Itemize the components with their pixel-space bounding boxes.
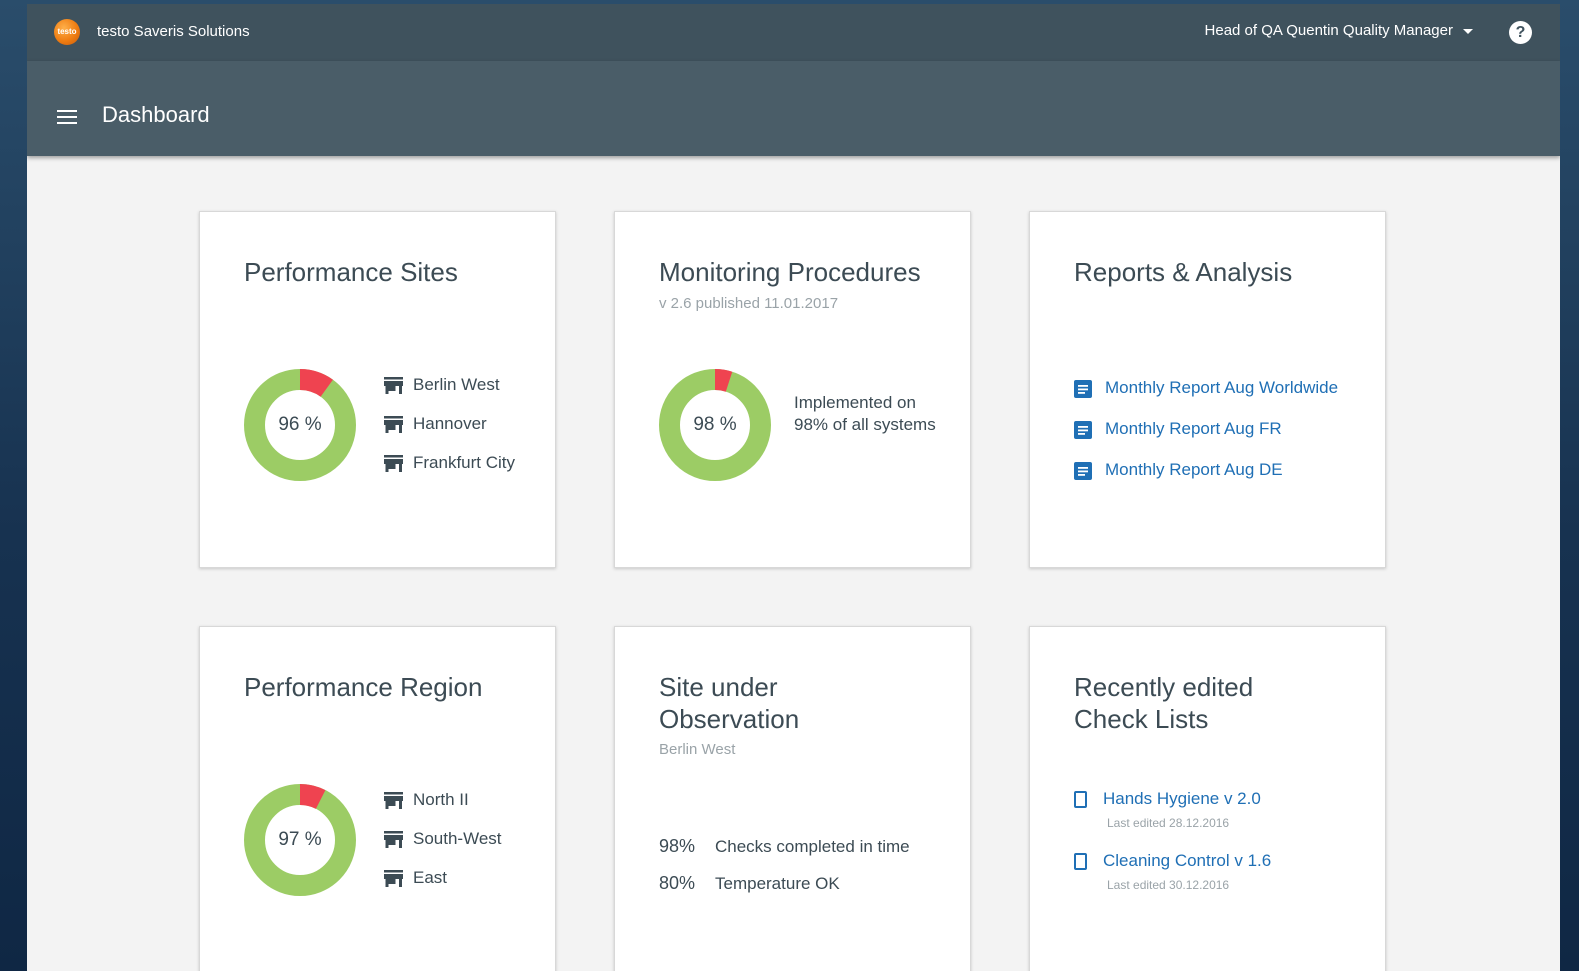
stat-row-temperature: 80% Temperature OK	[659, 873, 840, 894]
store-icon	[384, 831, 403, 848]
caret-down-icon	[1463, 28, 1473, 34]
store-icon	[384, 455, 403, 472]
site-label: Berlin West	[413, 375, 500, 394]
store-icon	[384, 870, 403, 887]
report-link-fr[interactable]: Monthly Report Aug FR	[1074, 419, 1282, 439]
phone-icon	[1074, 791, 1087, 809]
app-window: testo testo Saveris Solutions Head of QA…	[27, 4, 1560, 971]
checklist-item-hands-hygiene[interactable]: Hands Hygiene v 2.0 Last edited 28.12.20…	[1074, 789, 1261, 830]
card-title: Monitoring Procedures	[659, 257, 921, 287]
card-subtitle: v 2.6 published 11.01.2017	[659, 295, 839, 312]
user-menu[interactable]: Head of QA Quentin Quality Manager	[1205, 22, 1473, 39]
hamburger-menu-icon[interactable]	[57, 110, 77, 124]
app-title: testo Saveris Solutions	[97, 23, 250, 40]
donut-percent-label: 98 %	[693, 414, 737, 435]
report-link-label: Monthly Report Aug DE	[1105, 460, 1283, 479]
store-icon	[384, 792, 403, 809]
page-title: Dashboard	[102, 102, 210, 127]
document-icon	[1074, 379, 1092, 398]
document-icon	[1074, 461, 1092, 480]
performance-sites-donut: 96 %	[244, 369, 356, 481]
checklist-edited-date: Last edited 30.12.2016	[1107, 878, 1230, 892]
help-icon[interactable]: ?	[1509, 21, 1532, 44]
card-title: Reports & Analysis	[1074, 257, 1293, 287]
performance-region-card[interactable]: Performance Region 97 % North II South-W…	[199, 626, 556, 971]
site-label: Frankfurt City	[413, 453, 516, 472]
donut-percent-label: 96 %	[278, 414, 322, 435]
region-label: East	[413, 868, 448, 887]
card-title: Performance Region	[244, 672, 483, 702]
stat-value: 98%	[659, 836, 696, 856]
page-header: Dashboard	[27, 61, 1560, 156]
implementation-description: Implemented on 98% of all systems	[794, 393, 936, 434]
phone-icon	[1074, 853, 1087, 871]
store-icon	[384, 377, 403, 394]
check-lists-card[interactable]: Recently edited Check Lists Hands Hygien…	[1029, 626, 1386, 971]
report-link-label: Monthly Report Aug FR	[1105, 419, 1282, 438]
site-label: Hannover	[413, 414, 487, 433]
stat-value: 80%	[659, 873, 696, 893]
stat-row-checks: 98% Checks completed in time	[659, 836, 910, 857]
checklist-title[interactable]: Cleaning Control v 1.6	[1103, 851, 1271, 870]
site-observation-card[interactable]: Site under Observation Berlin West 98% Ch…	[614, 626, 971, 971]
monitoring-procedures-card[interactable]: Monitoring Procedures v 2.6 published 11…	[614, 211, 971, 568]
region-label: North II	[413, 790, 469, 809]
checklist-edited-date: Last edited 28.12.2016	[1107, 816, 1230, 830]
card-title: Performance Sites	[244, 257, 458, 287]
report-link-label: Monthly Report Aug Worldwide	[1105, 378, 1339, 397]
checklist-title[interactable]: Hands Hygiene v 2.0	[1103, 789, 1261, 808]
stat-label: Checks completed in time	[715, 837, 910, 856]
card-subtitle: Berlin West	[659, 741, 736, 758]
region-label: South-West	[413, 829, 502, 848]
monitoring-donut: 98 %	[659, 369, 771, 481]
document-icon	[1074, 420, 1092, 439]
reports-analysis-card[interactable]: Reports & Analysis Monthly Report Aug Wo…	[1029, 211, 1386, 568]
report-link-de[interactable]: Monthly Report Aug DE	[1074, 460, 1283, 480]
report-link-worldwide[interactable]: Monthly Report Aug Worldwide	[1074, 378, 1338, 398]
user-menu-label: Head of QA Quentin Quality Manager	[1204, 22, 1453, 39]
checklist-item-cleaning-control[interactable]: Cleaning Control v 1.6 Last edited 30.12…	[1074, 851, 1271, 892]
donut-percent-label: 97 %	[278, 829, 322, 850]
top-bar: testo testo Saveris Solutions Head of QA…	[27, 4, 1560, 61]
card-title: Recently edited Check Lists	[1074, 672, 1254, 734]
performance-sites-card[interactable]: Performance Sites 96 % Berlin West Hanno…	[199, 211, 556, 568]
stat-label: Temperature OK	[715, 874, 840, 893]
performance-region-donut: 97 %	[244, 784, 356, 896]
store-icon	[384, 416, 403, 433]
testo-logo: testo	[54, 19, 80, 45]
card-title: Site under Observation	[659, 672, 800, 734]
